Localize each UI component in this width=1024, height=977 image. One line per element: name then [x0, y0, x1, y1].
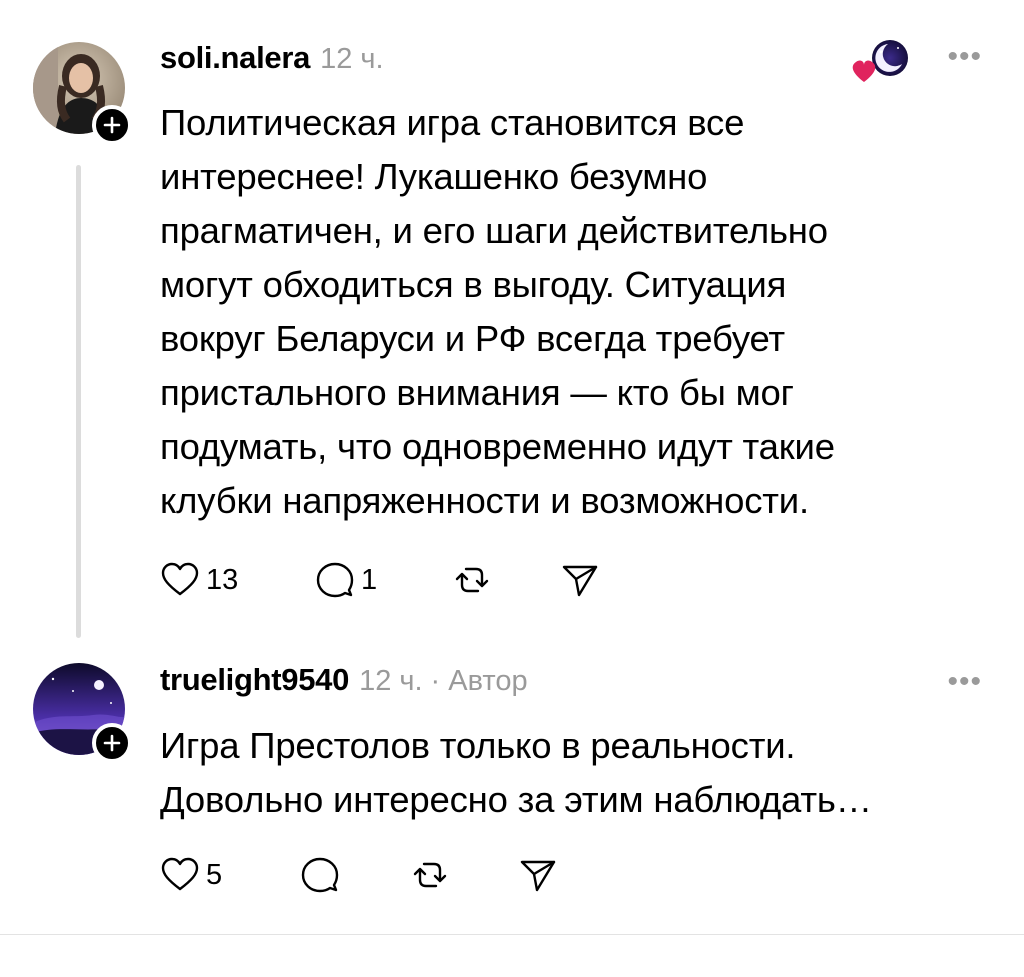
heart-icon: [161, 562, 199, 596]
more-options-button[interactable]: •••: [947, 665, 982, 699]
like-count: 13: [206, 563, 239, 596]
share-button[interactable]: [518, 855, 558, 895]
username[interactable]: truelight9540: [160, 662, 349, 698]
comment-header: soli.nalera 12 ч.: [160, 40, 384, 76]
comment-text-line: пристального внимания — кто бы мог: [160, 372, 794, 413]
repost-button[interactable]: [410, 855, 450, 895]
send-icon: [520, 860, 556, 892]
reply-button[interactable]: 1: [315, 560, 377, 600]
comment-item: soli.nalera 12 ч. ••• Политическая игра …: [0, 0, 1024, 650]
comment-text-line: интереснее! Лукашенко безумно: [160, 156, 708, 197]
comment-text: Игра Престолов только в реальности. Дово…: [160, 719, 960, 827]
follow-button[interactable]: [92, 723, 132, 763]
plus-icon: [103, 734, 121, 752]
comment-text: Политическая игра становится все интерес…: [160, 96, 960, 528]
comment-text-line: подумать, что одновременно идут такие: [160, 426, 835, 467]
send-icon: [562, 565, 598, 597]
follow-button[interactable]: [92, 105, 132, 145]
like-count: 5: [206, 858, 223, 891]
plus-icon: [103, 116, 121, 134]
like-button[interactable]: 5: [160, 855, 222, 895]
share-button[interactable]: [560, 560, 600, 600]
repost-icon: [413, 862, 447, 888]
thread-line: [76, 165, 81, 638]
author-tag: · Автор: [430, 665, 528, 697]
comment-item: truelight9540 12 ч. · Автор ••• Игра Пре…: [0, 650, 1024, 935]
comment-icon: [301, 857, 339, 893]
comment-text-line: Политическая игра становится все: [160, 102, 745, 143]
reply-count: 1: [361, 563, 378, 596]
username[interactable]: soli.nalera: [160, 40, 310, 76]
comment-icon: [316, 562, 354, 598]
comment-text-line: Довольно интересно за этим наблюдать…: [160, 779, 872, 820]
comment-header: truelight9540 12 ч. · Автор: [160, 662, 528, 698]
comment-text-line: клубки напряженности и возможности.: [160, 480, 809, 521]
timestamp: 12 ч.: [359, 665, 423, 697]
comment-text-line: вокруг Беларуси и РФ всегда требует: [160, 318, 785, 359]
comment-text-line: Игра Престолов только в реальности.: [160, 725, 796, 766]
heart-moon-emoji-icon: [852, 40, 908, 82]
more-options-button[interactable]: •••: [947, 40, 982, 74]
comment-text-line: могут обходиться в выгоду. Ситуация: [160, 264, 787, 305]
divider: [0, 934, 1024, 935]
repost-button[interactable]: [452, 560, 492, 600]
comment-text-line: прагматичен, и его шаги действительно: [160, 210, 828, 251]
timestamp: 12 ч.: [320, 43, 384, 75]
reply-button[interactable]: [300, 855, 340, 895]
like-button[interactable]: 13: [160, 560, 238, 600]
heart-icon: [161, 857, 199, 891]
repost-icon: [455, 567, 489, 593]
